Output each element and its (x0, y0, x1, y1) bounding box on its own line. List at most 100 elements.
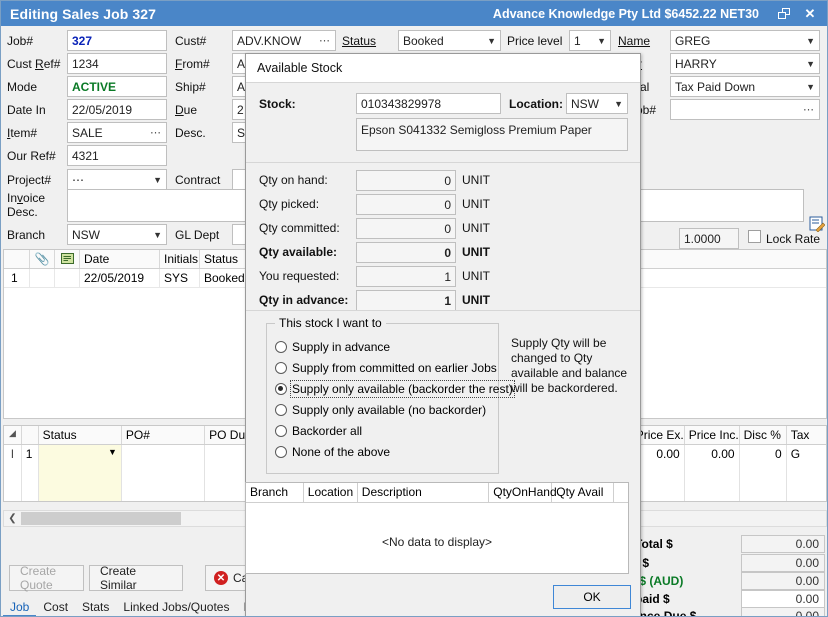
label-date-in: Date In (7, 103, 46, 117)
company-status-text: Advance Knowledge Pty Ltd $6452.22 NET30 (493, 7, 759, 21)
cust-ref-field[interactable]: 1234 (67, 53, 167, 74)
col-date[interactable]: Date (80, 250, 160, 268)
col-rownum (22, 426, 39, 444)
col-po[interactable]: PO# (122, 426, 205, 444)
tab-linked-jobs-quotes[interactable]: Linked Jobs/Quotes (116, 598, 236, 617)
label-qty-available: Qty available: (259, 245, 337, 259)
create-similar-button[interactable]: Create Similar (89, 565, 183, 591)
label-name: Name (618, 34, 650, 48)
dialog-title: Available Stock (246, 54, 640, 82)
window-title: Editing Sales Job 327 (1, 6, 156, 22)
total-value-4: 0.00 (741, 607, 825, 617)
restore-icon[interactable] (771, 2, 797, 25)
row-tax[interactable]: G (787, 445, 826, 501)
col-location[interactable]: Location (304, 483, 358, 502)
radio-label: None of the above (292, 445, 390, 459)
stock-availability-table[interactable]: Branch Location Description QtyOnHand Qt… (245, 482, 629, 574)
qty-picked-field: 0 (356, 194, 456, 215)
col-rownum (4, 250, 30, 268)
create-quote-button[interactable]: Create Quote (9, 565, 84, 591)
tab-stats[interactable]: Stats (75, 598, 116, 617)
label-our-ref: Our Ref# (7, 149, 56, 163)
radio-none-of-the-above[interactable]: None of the above (275, 441, 498, 462)
label-cust-ref: Cust Ref# (7, 57, 60, 71)
lock-rate-checkbox[interactable] (748, 230, 761, 243)
qty-on-hand-field: 0 (356, 170, 456, 191)
rate-field[interactable]: 1.0000 (679, 228, 739, 249)
col-qty-on-hand[interactable]: QtyOnHand (489, 483, 552, 502)
project-select[interactable]: ⋯ ▼ (67, 169, 167, 190)
ellipsis-icon[interactable]: ⋯ (150, 126, 162, 139)
row-disc[interactable]: 0 (740, 445, 787, 501)
close-icon[interactable]: ✕ (797, 2, 823, 25)
radio-icon (275, 446, 287, 458)
you-requested-field: 1 (356, 266, 456, 287)
radio-backorder-all[interactable]: Backorder all (275, 420, 498, 441)
chevron-down-icon: ▼ (149, 230, 162, 240)
job-no-field[interactable]: 327 (67, 30, 167, 51)
row-attachment[interactable] (30, 269, 55, 287)
dialog-stock-section: Stock: 010343829978 Location: NSW▼ Epson… (246, 82, 640, 162)
cust-no-field[interactable]: ADV.KNOW⋯ (232, 30, 336, 51)
label-desc: Desc. (175, 126, 206, 140)
tab-job[interactable]: Job (3, 598, 36, 617)
col-price-inc[interactable]: Price Inc. (685, 426, 740, 444)
select-all-corner-icon[interactable]: ◢ (4, 426, 22, 444)
radio-supply-only-available-backorder-rest[interactable]: Supply only available (backorder the res… (275, 378, 498, 399)
label-location: Location: (509, 97, 563, 111)
col-spare (614, 483, 628, 502)
ellipsis-icon[interactable]: ⋯ (72, 173, 84, 187)
radio-supply-from-committed[interactable]: Supply from committed on earlier Jobs (275, 357, 498, 378)
label-project: Project# (7, 173, 51, 187)
radio-icon (275, 425, 287, 437)
item-no-field[interactable]: SALE⋯ (67, 122, 167, 143)
ellipsis-icon[interactable]: ⋯ (319, 34, 331, 47)
col-description[interactable]: Description (358, 483, 489, 502)
price-level-select[interactable]: 1▼ (569, 30, 611, 51)
radio-label: Supply only available (no backorder) (292, 403, 486, 417)
stock-option-group-title: This stock I want to (275, 316, 386, 330)
mgr-select[interactable]: HARRY▼ (670, 53, 820, 74)
unit-qty-committed: UNIT (462, 221, 490, 235)
radio-supply-in-advance[interactable]: Supply in advance (275, 336, 498, 357)
note-icon (55, 250, 80, 268)
scrollbar-thumb[interactable] (21, 512, 181, 525)
branch-select[interactable]: NSW▼ (67, 224, 167, 245)
unit-qty-in-advance: UNIT (462, 293, 490, 307)
row-status-cell[interactable]: ▼ (39, 445, 122, 501)
total-value-3[interactable]: 0.00 (741, 590, 825, 608)
chevron-down-icon[interactable]: ▼ (108, 447, 117, 457)
notes-edit-icon[interactable] (809, 216, 825, 232)
location-select[interactable]: NSW▼ (566, 93, 628, 114)
label-qty-on-hand: Qty on hand: (259, 173, 328, 187)
col-initials[interactable]: Initials (160, 250, 200, 268)
col-disc[interactable]: Disc % (740, 426, 787, 444)
unit-qty-available: UNIT (462, 245, 490, 259)
col-tax[interactable]: Tax (787, 426, 826, 444)
ellipsis-icon[interactable]: ⋯ (803, 103, 815, 116)
radio-label: Supply from committed on earlier Jobs (292, 361, 497, 375)
col-qty-avail[interactable]: Qty Avail (552, 483, 614, 502)
name-select[interactable]: GREG▼ (670, 30, 820, 51)
date-in-field[interactable]: 22/05/2019 (67, 99, 167, 120)
our-ref-field[interactable]: 4321 (67, 145, 167, 166)
row-price-inc[interactable]: 0.00 (685, 445, 740, 501)
stock-option-group: This stock I want to Supply in advance S… (266, 323, 499, 474)
label-ship-no: Ship# (175, 80, 206, 94)
cancel-icon: ✕ (214, 571, 228, 585)
radio-icon (275, 362, 287, 374)
job-no-2-field[interactable]: ⋯ (670, 99, 820, 120)
radio-supply-only-available-no-backorder[interactable]: Supply only available (no backorder) (275, 399, 498, 420)
row-note[interactable] (55, 269, 80, 287)
label-stock: Stock: (259, 97, 296, 111)
status-select[interactable]: Booked▼ (398, 30, 501, 51)
stock-code-field[interactable]: 010343829978 (356, 93, 501, 114)
tab-cost[interactable]: Cost (36, 598, 75, 617)
col-status[interactable]: Status (39, 426, 122, 444)
row-po[interactable] (122, 445, 205, 501)
scroll-left-icon[interactable]: ❮ (4, 513, 21, 524)
ok-button[interactable]: OK (553, 585, 631, 609)
total-mode-select[interactable]: Tax Paid Down▼ (670, 76, 820, 97)
col-branch[interactable]: Branch (246, 483, 304, 502)
qty-in-advance-field: 1 (356, 290, 456, 311)
